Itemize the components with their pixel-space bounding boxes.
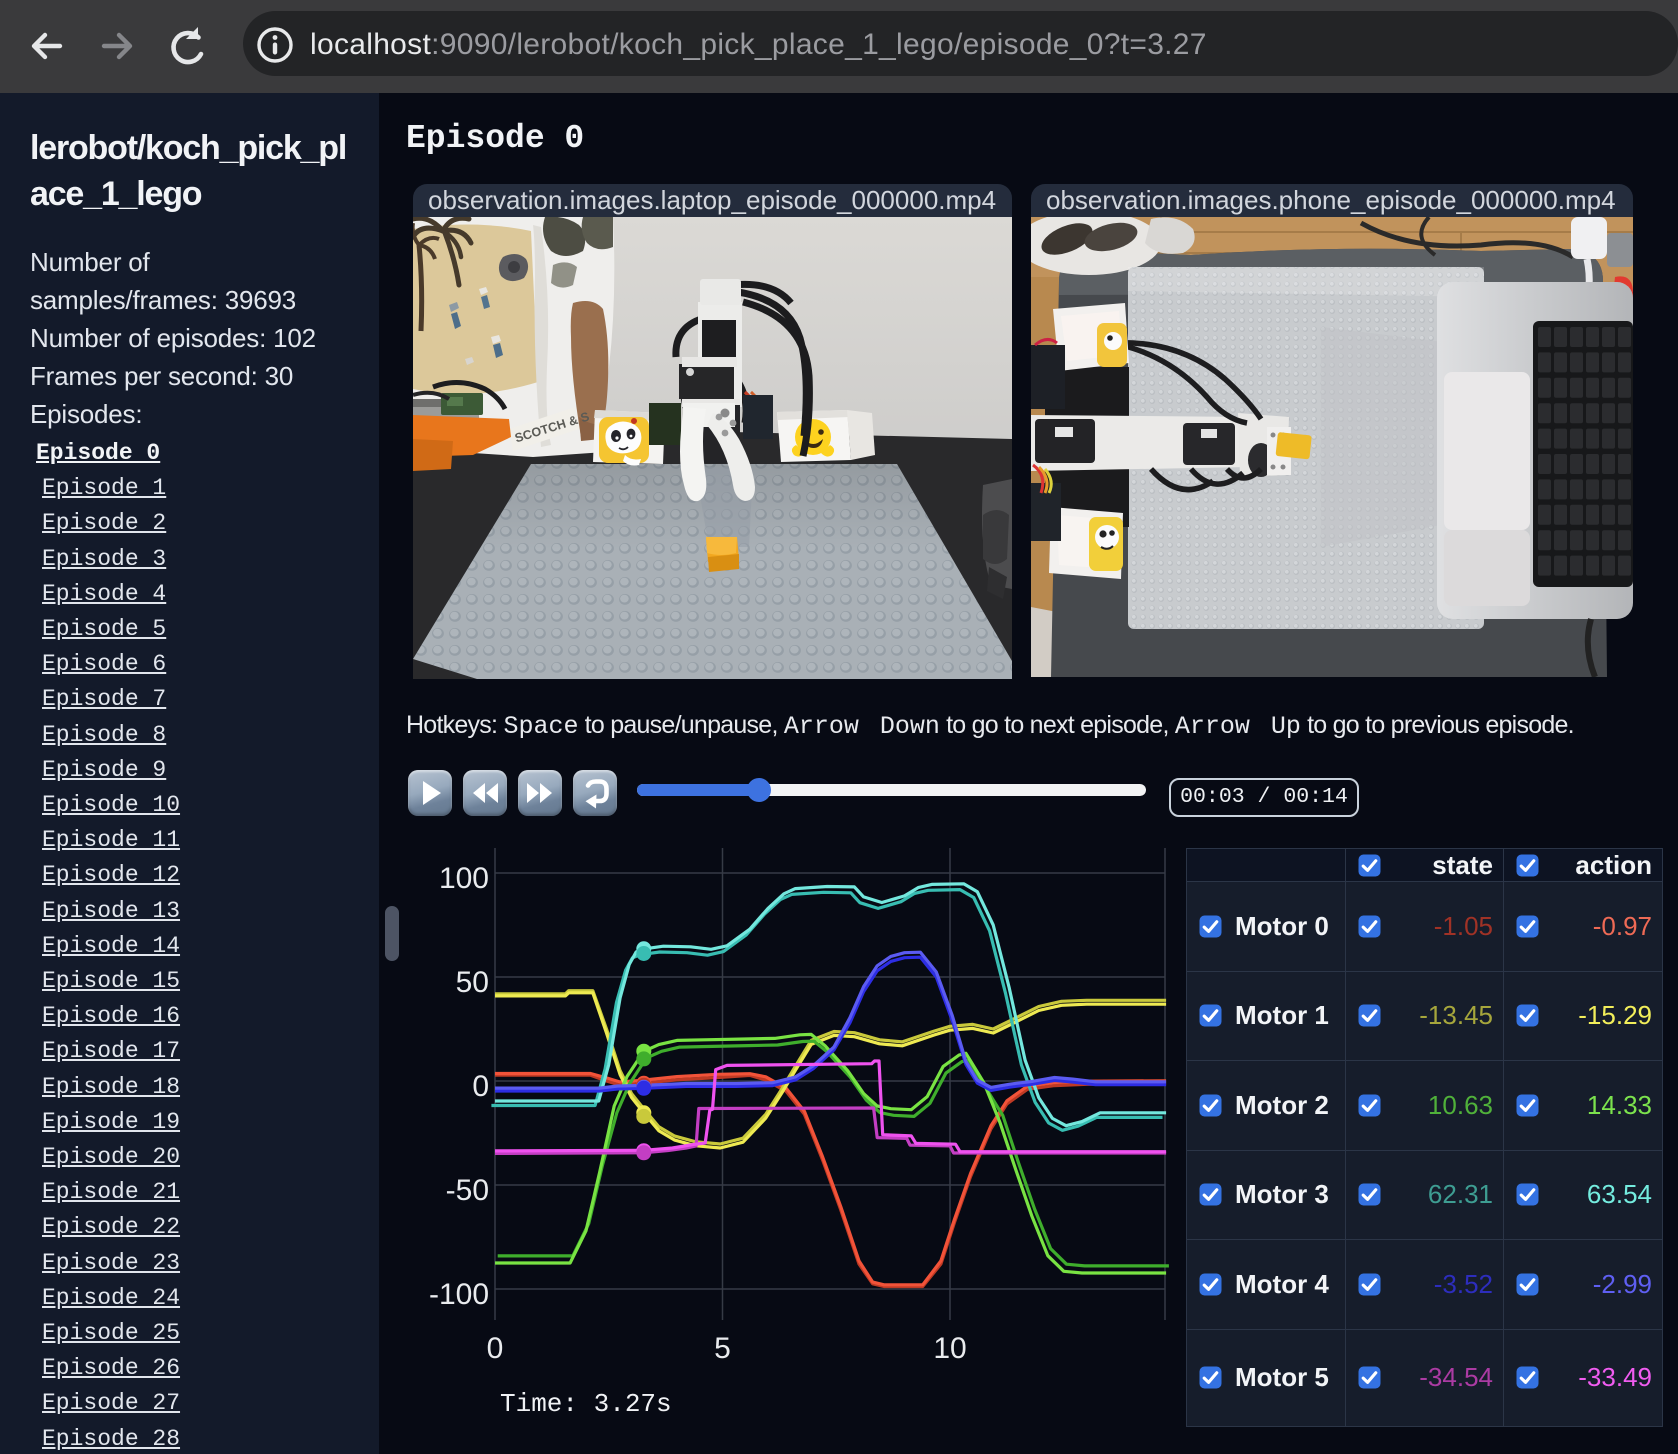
svg-text:-100: -100: [429, 1278, 489, 1311]
svg-text:0: 0: [487, 1332, 504, 1365]
svg-text:Time: 3.27s: Time: 3.27s: [500, 1389, 672, 1419]
svg-text:10: 10: [933, 1332, 966, 1365]
svg-text:-50: -50: [446, 1174, 489, 1207]
svg-text:50: 50: [456, 966, 489, 999]
svg-text:100: 100: [439, 862, 489, 895]
svg-text:5: 5: [714, 1332, 731, 1365]
svg-text:0: 0: [472, 1070, 489, 1103]
